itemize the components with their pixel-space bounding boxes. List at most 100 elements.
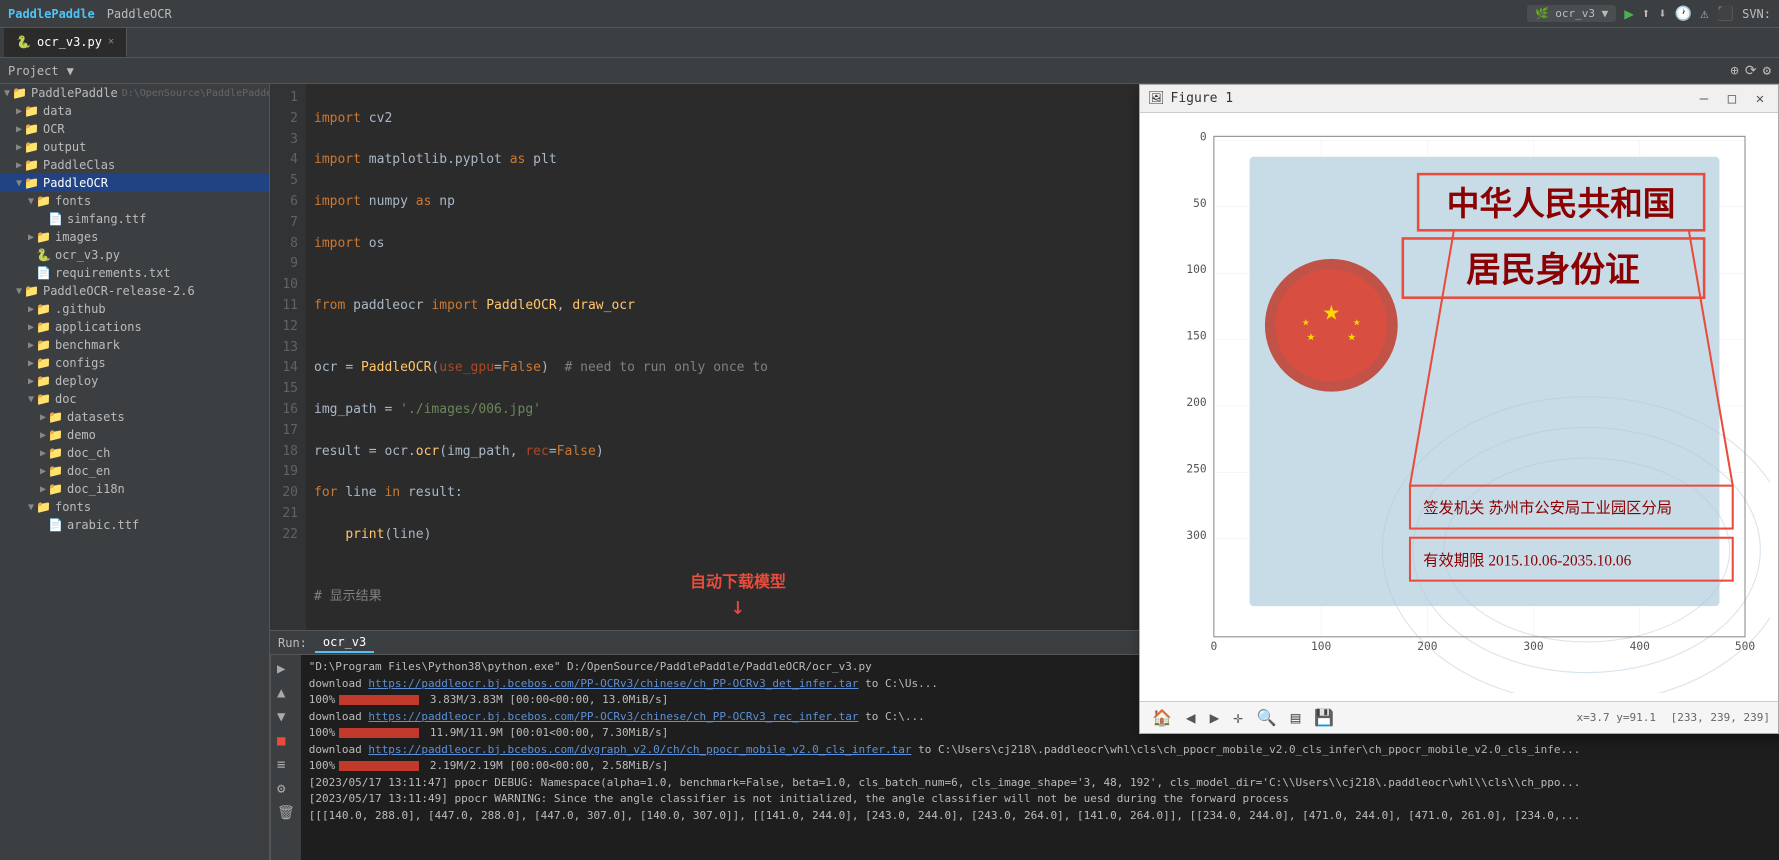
branch-indicator[interactable]: 🌿 ocr_v3 ▼	[1527, 5, 1616, 22]
wrap-lines-btn[interactable]: ≡	[275, 755, 297, 775]
figure-controls: — □ ✕	[1694, 91, 1770, 107]
svg-text:★: ★	[1347, 329, 1356, 345]
svg-text:400: 400	[1630, 640, 1651, 653]
tab-ocr-v3[interactable]: 🐍 ocr_v3.py ✕	[4, 28, 127, 57]
tree-deploy[interactable]: ▶ 📁 deploy	[0, 372, 269, 390]
figure-content: 0 50 100 150 200 250 300	[1140, 113, 1778, 701]
tree-arabic[interactable]: ▶ 📄 arabic.ttf	[0, 516, 269, 534]
stop-button[interactable]: ■	[275, 731, 297, 751]
tree-fonts[interactable]: ▼ 📁 fonts	[0, 192, 269, 210]
figure-close-button[interactable]: ✕	[1750, 91, 1770, 107]
run-line-warning: [2023/05/17 13:11:49] ppocr WARNING: Sin…	[309, 791, 1771, 808]
run-tab-ocr-v3[interactable]: ocr_v3	[315, 633, 374, 653]
menu-bar: PaddlePaddle PaddleOCR 🌿 ocr_v3 ▼ ▶ ⬆ ⬇ …	[0, 0, 1779, 28]
tree-doc-ch[interactable]: ▶ 📁 doc_ch	[0, 444, 269, 462]
tree-ocr-v3-py[interactable]: ▶ 🐍 ocr_v3.py	[0, 246, 269, 264]
tree-simfang[interactable]: ▶ 📄 simfang.ttf	[0, 210, 269, 228]
alert-icon: ⚠	[1700, 6, 1708, 22]
tree-root[interactable]: ▼ 📁 PaddlePaddle D:\OpenSource\PaddlePad…	[0, 84, 269, 102]
tree-doc-en[interactable]: ▶ 📁 doc_en	[0, 462, 269, 480]
svg-text:签发机关 苏州市公安局工业园区分局: 签发机关 苏州市公安局工业园区分局	[1423, 500, 1672, 517]
figure-toolbar: 🏠 ◀ ▶ ✛ 🔍 ▤ 💾 x=3.7 y=91.1 [233, 239, 23…	[1140, 701, 1778, 733]
svg-text:★: ★	[1323, 293, 1340, 327]
svg-text:100: 100	[1186, 263, 1207, 276]
menu-paddleocr[interactable]: PaddleOCR	[107, 7, 172, 21]
settings-btn[interactable]: ⚙	[275, 779, 297, 799]
figure-maximize-button[interactable]: □	[1722, 91, 1742, 107]
download-link-rec[interactable]: https://paddleocr.bj.bcebos.com/PP-OCRv3…	[368, 710, 858, 723]
figure-window: 🖼 Figure 1 — □ ✕	[1139, 84, 1779, 734]
svg-text:★: ★	[1302, 314, 1310, 328]
update-icon[interactable]: ⬇	[1658, 6, 1666, 22]
filter-btn[interactable]: 🗑	[275, 803, 297, 823]
svg-text:0: 0	[1200, 130, 1207, 143]
svg-text:300: 300	[1523, 640, 1544, 653]
project-bar: Project ▼ ⊕ ⟳ ⚙	[0, 58, 1779, 84]
figure-status: x=3.7 y=91.1 [233, 239, 239]	[1577, 711, 1770, 724]
add-module-icon[interactable]: ⊕	[1730, 63, 1738, 79]
file-tree: ▼ 📁 PaddlePaddle D:\OpenSource\PaddlePad…	[0, 84, 270, 860]
tree-demo[interactable]: ▶ 📁 demo	[0, 426, 269, 444]
tree-benchmark[interactable]: ▶ 📁 benchmark	[0, 336, 269, 354]
run-icon[interactable]: ▶	[1624, 4, 1634, 23]
svg-text:200: 200	[1186, 396, 1207, 409]
configure-tool-button[interactable]: ▤	[1287, 706, 1305, 729]
tree-images[interactable]: ▶ 📁 images	[0, 228, 269, 246]
run-controls: ▶ ▲ ▼ ■ ≡ ⚙ 🗑	[270, 655, 301, 860]
commit-icon[interactable]: ⬆	[1642, 6, 1650, 22]
back-tool-button[interactable]: ◀	[1182, 706, 1200, 729]
tree-paddleclas[interactable]: ▶ 📁 PaddleClas	[0, 156, 269, 174]
tree-output[interactable]: ▶ 📁 output	[0, 138, 269, 156]
figure-title: 🖼 Figure 1	[1148, 91, 1233, 106]
run-line-progress-3: 100% 2.19M/2.19M [00:00<00:00, 2.58MiB/s…	[309, 758, 1771, 775]
download-link-det[interactable]: https://paddleocr.bj.bcebos.com/PP-OCRv3…	[368, 677, 858, 690]
project-dropdown-icon[interactable]: ▼	[67, 64, 74, 78]
rerun-button[interactable]: ▶	[275, 659, 297, 679]
zoom-tool-button[interactable]: 🔍	[1253, 706, 1281, 729]
tree-datasets[interactable]: ▶ 📁 datasets	[0, 408, 269, 426]
line-numbers: 12345 678910 1112131415 1617181920 2122	[270, 84, 306, 630]
tab-bar: 🐍 ocr_v3.py ✕	[0, 28, 1779, 58]
tree-github[interactable]: ▶ 📁 .github	[0, 300, 269, 318]
svg-text:300: 300	[1186, 529, 1207, 542]
clock-icon: 🕐	[1675, 6, 1692, 22]
tree-applications[interactable]: ▶ 📁 applications	[0, 318, 269, 336]
tree-fonts2[interactable]: ▼ 📁 fonts	[0, 498, 269, 516]
tree-configs[interactable]: ▶ 📁 configs	[0, 354, 269, 372]
tree-doc-i18n[interactable]: ▶ 📁 doc_i18n	[0, 480, 269, 498]
tree-data[interactable]: ▶ 📁 data	[0, 102, 269, 120]
run-line-4: download https://paddleocr.bj.bcebos.com…	[309, 742, 1771, 759]
svg-text:居民身份证: 居民身份证	[1466, 250, 1640, 289]
tree-paddleocr[interactable]: ▼ 📁 PaddleOCR	[0, 174, 269, 192]
scroll-up-btn[interactable]: ▲	[275, 683, 297, 703]
figure-minimize-button[interactable]: —	[1694, 91, 1714, 107]
figure-titlebar: 🖼 Figure 1 — □ ✕	[1140, 85, 1778, 113]
editor-area: 12345 678910 1112131415 1617181920 2122 …	[270, 84, 1779, 860]
tab-close-icon[interactable]: ✕	[108, 36, 114, 47]
annotation-overlay: 自动下载模型 ↓	[690, 568, 786, 620]
svg-text:★: ★	[1307, 329, 1316, 345]
tree-doc[interactable]: ▼ 📁 doc	[0, 390, 269, 408]
svg-text:0: 0	[1210, 640, 1217, 653]
save-tool-button[interactable]: 💾	[1310, 706, 1338, 729]
tree-paddleocr-release[interactable]: ▼ 📁 PaddleOCR-release-2.6	[0, 282, 269, 300]
annotation-text: 自动下载模型	[690, 568, 786, 592]
svg-text:★: ★	[1353, 314, 1361, 328]
tree-requirements[interactable]: ▶ 📄 requirements.txt	[0, 264, 269, 282]
home-tool-button[interactable]: 🏠	[1148, 706, 1176, 729]
download-link-cls[interactable]: https://paddleocr.bj.bcebos.com/dygraph_…	[368, 743, 911, 756]
svg-text:50: 50	[1193, 197, 1207, 210]
scroll-down-btn[interactable]: ▼	[275, 707, 297, 727]
main-area: ▼ 📁 PaddlePaddle D:\OpenSource\PaddlePad…	[0, 84, 1779, 860]
figure-icon: 🖼	[1148, 91, 1165, 106]
tree-ocr[interactable]: ▶ 📁 OCR	[0, 120, 269, 138]
app-logo: PaddlePaddle	[8, 7, 95, 21]
settings-gear-icon[interactable]: ⚙	[1763, 63, 1771, 79]
sync-icon[interactable]: ⟳	[1745, 63, 1757, 79]
error-icon: ⬛	[1717, 6, 1734, 22]
move-tool-button[interactable]: ✛	[1229, 706, 1247, 729]
project-label: Project	[8, 64, 59, 78]
forward-tool-button[interactable]: ▶	[1206, 706, 1224, 729]
svg-text:150: 150	[1186, 330, 1207, 343]
run-line-debug: [2023/05/17 13:11:47] ppocr DEBUG: Names…	[309, 775, 1771, 792]
